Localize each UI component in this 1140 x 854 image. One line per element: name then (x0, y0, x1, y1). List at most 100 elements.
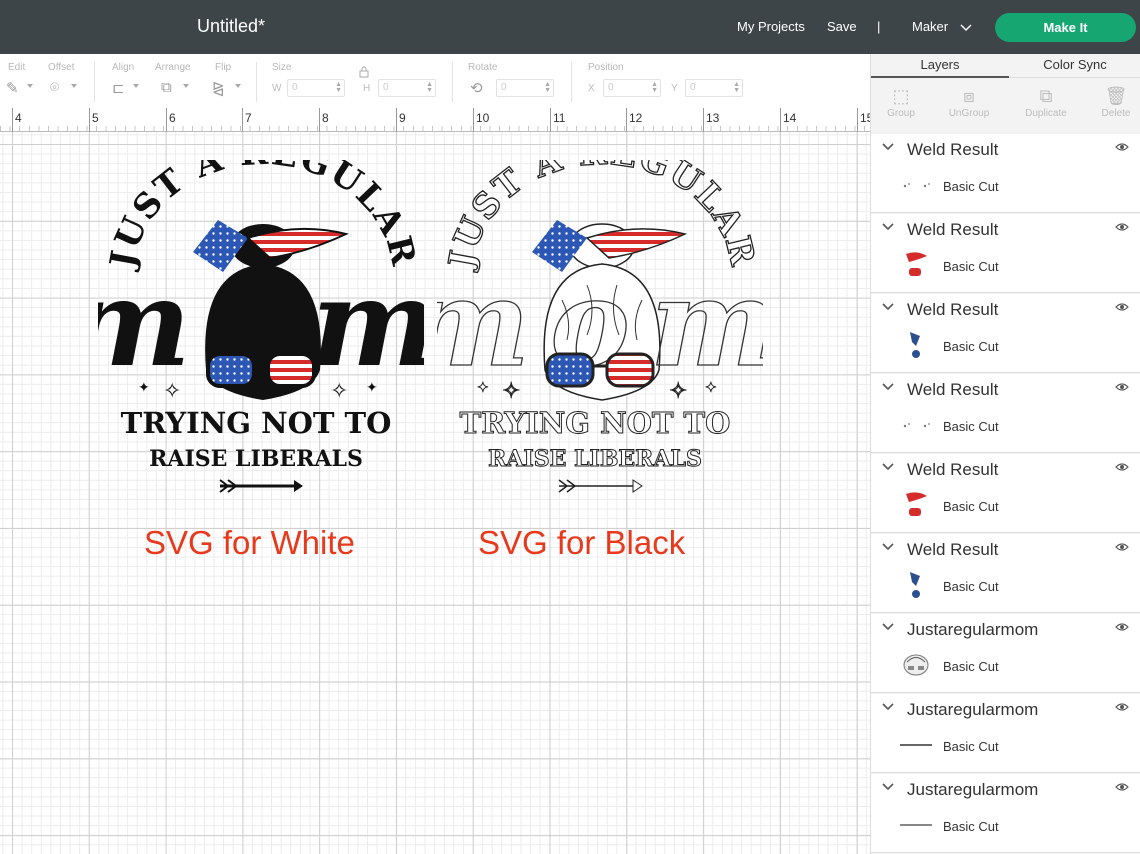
layer-thumbnail (899, 248, 933, 282)
group-button[interactable]: ⬚ Group (871, 84, 931, 119)
layer-name: Justaregularmom (907, 780, 1039, 799)
layer-row[interactable]: Weld Result Basic Cut (871, 294, 1140, 373)
stepper-icon[interactable]: ▲ ▼ (335, 81, 342, 94)
eye-icon[interactable] (1115, 142, 1129, 152)
stepper-icon[interactable]: ▲ ▼ (733, 81, 740, 94)
ungroup-button[interactable]: ⧈ UnGroup (939, 84, 999, 119)
project-title[interactable]: Untitled* (197, 16, 265, 37)
layer-thumbnail (899, 328, 933, 362)
y-field[interactable]: 0 ▲ ▼ (685, 79, 743, 97)
width-field[interactable]: 0 ▲ ▼ (287, 79, 345, 97)
layer-row[interactable]: Weld Result Basic Cut (871, 134, 1140, 213)
eye-icon[interactable] (1115, 782, 1129, 792)
align-icon[interactable]: ⊏ (112, 79, 125, 97)
layer-operation: Basic Cut (943, 179, 999, 194)
stepper-icon[interactable]: ▲ ▼ (651, 81, 658, 94)
eye-icon[interactable] (1115, 462, 1129, 472)
layers-panel: Layers Color Sync ⬚ Group ⧈ UnGroup ⧉ Du… (870, 54, 1140, 854)
ruler-number: 5 (92, 111, 99, 125)
x-letter: X (588, 83, 595, 94)
chevron-down-icon[interactable] (882, 303, 894, 311)
make-it-button[interactable]: Make It (995, 13, 1136, 42)
header-separator: | (877, 19, 881, 34)
chevron-down-icon[interactable] (882, 623, 894, 631)
svg-text:✦: ✦ (705, 379, 717, 395)
eye-icon[interactable] (1115, 222, 1129, 232)
layer-name: Weld Result (907, 460, 999, 479)
stepper-icon[interactable]: ▲ ▼ (426, 81, 433, 94)
eye-icon[interactable] (1115, 382, 1129, 392)
layer-row[interactable]: Justaregularmom Basic Cut (871, 774, 1140, 853)
caret-down-icon[interactable] (183, 84, 189, 88)
machine-selector[interactable]: Maker (912, 19, 972, 34)
layer-row[interactable]: Weld Result Basic Cut (871, 534, 1140, 613)
ungroup-icon: ⧈ (963, 86, 975, 106)
rotate-field[interactable]: 0 ▲ ▼ (496, 79, 554, 97)
chevron-down-icon[interactable] (882, 703, 894, 711)
eye-icon[interactable] (1115, 702, 1129, 712)
svg-text:✦: ✦ (366, 379, 378, 395)
stepper-icon[interactable]: ▲ ▼ (544, 81, 551, 94)
delete-label: Delete (1101, 108, 1131, 119)
ruler-tick (626, 108, 627, 132)
eye-icon[interactable] (1115, 622, 1129, 632)
chevron-down-icon[interactable] (882, 223, 894, 231)
ruler-number: 10 (476, 111, 490, 125)
eye-icon[interactable] (1115, 302, 1129, 312)
group-label: Group (887, 108, 915, 119)
layer-row[interactable]: Weld Result Basic Cut (871, 214, 1140, 293)
edit-toolbar: Edit ✎ Offset ⌾ Align ⊏ Arrange ⧉ Flip ⧎… (0, 54, 870, 108)
ruler-tick (857, 108, 858, 132)
ruler-number: 14 (783, 111, 797, 125)
divider (94, 62, 95, 102)
layer-thumbnail (899, 808, 933, 842)
align-label: Align (112, 62, 135, 73)
design-svg-for-white[interactable]: JUST A REGULAR mom ✦ ✧ ✧ ✦ TRYING NOT TO… (98, 160, 424, 500)
rotate-label: Rotate (468, 62, 498, 73)
pencil-icon[interactable]: ✎ (6, 79, 19, 97)
ruler-tick (550, 108, 551, 132)
divider (256, 62, 257, 102)
my-projects-link[interactable]: My Projects (737, 19, 805, 34)
design-svg-for-black[interactable]: JUST A REGULAR mom ✦ ✧ ✧ ✦ TRYING NOT TO… (437, 160, 763, 500)
arrange-icon[interactable]: ⧉ (161, 79, 172, 96)
lock-icon[interactable] (359, 66, 369, 78)
chevron-down-icon[interactable] (882, 143, 894, 151)
layer-operation: Basic Cut (943, 259, 999, 274)
design-line2-text: RAISE LIBERALS (149, 446, 363, 472)
caret-down-icon[interactable] (133, 84, 139, 88)
design-canvas[interactable]: JUST A REGULAR mom ✦ ✧ ✧ ✦ TRYING NOT TO… (0, 132, 870, 854)
chevron-down-icon[interactable] (882, 543, 894, 551)
ruler-tick (166, 108, 167, 132)
x-field[interactable]: 0 ▲ ▼ (603, 79, 661, 97)
layer-operation: Basic Cut (943, 579, 999, 594)
ruler-tick (396, 108, 397, 132)
layer-operation: Basic Cut (943, 819, 999, 834)
delete-button[interactable]: 🗑 Delete (1086, 84, 1140, 119)
chevron-down-icon[interactable] (882, 383, 894, 391)
eye-icon[interactable] (1115, 542, 1129, 552)
chevron-down-icon[interactable] (882, 463, 894, 471)
design-mom-text: mom (98, 253, 424, 394)
chevron-down-icon[interactable] (882, 783, 894, 791)
tab-color-sync[interactable]: Color Sync (1009, 54, 1140, 78)
ruler-number: 4 (15, 111, 22, 125)
layer-row[interactable]: Weld Result Basic Cut (871, 374, 1140, 453)
svg-text:✧: ✧ (330, 378, 348, 403)
layer-row[interactable]: Justaregularmom Basic Cut (871, 614, 1140, 693)
height-field[interactable]: 0 ▲ ▼ (378, 79, 436, 97)
caret-down-icon[interactable] (27, 84, 33, 88)
caret-down-icon[interactable] (235, 84, 241, 88)
ruler-number: 9 (399, 111, 406, 125)
caret-down-icon[interactable] (71, 84, 77, 88)
offset-icon[interactable]: ⌾ (50, 79, 59, 96)
duplicate-button[interactable]: ⧉ Duplicate (1016, 84, 1076, 119)
tab-layers[interactable]: Layers (871, 54, 1009, 78)
ungroup-label: UnGroup (948, 108, 990, 119)
save-button[interactable]: Save (827, 19, 857, 34)
layer-row[interactable]: Justaregularmom Basic Cut (871, 694, 1140, 773)
horizontal-ruler: 4 5 6 7 8 9 10 11 12 13 14 15 (0, 108, 873, 132)
flip-icon[interactable]: ⧎ (212, 79, 225, 97)
layer-row[interactable]: Weld Result Basic Cut (871, 454, 1140, 533)
top-bar: Untitled* My Projects Save | Maker Make … (0, 0, 1140, 54)
